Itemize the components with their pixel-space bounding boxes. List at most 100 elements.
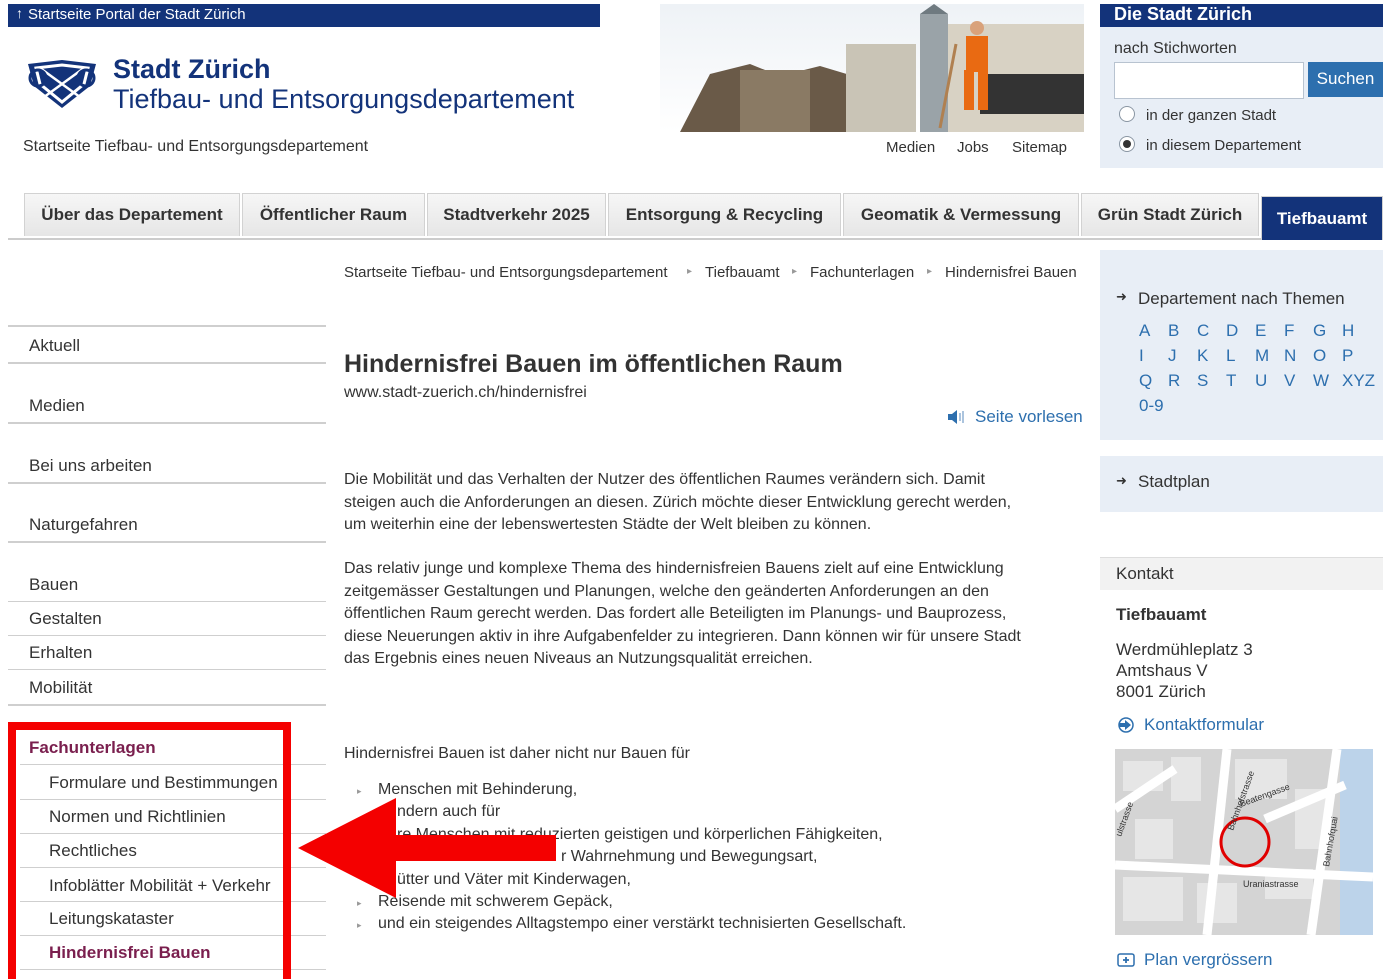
nav-item-bei-uns-arbeiten[interactable]: Bei uns arbeiten [29,456,152,476]
alpha-link[interactable]: C [1197,321,1209,341]
search-panel-title: Die Stadt Zürich [1100,4,1383,27]
read-aloud-link[interactable]: Seite vorlesen [975,407,1083,427]
map-label: Uraniastrasse [1243,879,1299,889]
page-url: www.stadt-zuerich.ch/hindernisfrei [344,384,587,401]
radio-whole-city[interactable] [1119,106,1135,122]
nav-item-bauen[interactable]: Bauen [29,575,78,595]
portal-home-link[interactable]: Startseite Portal der Stadt Zürich [28,6,246,23]
breadcrumb-separator-icon: ▸ [792,266,798,277]
department-home-link[interactable]: Startseite Tiefbau- und Entsorgungsdepar… [23,138,368,156]
contact-heading: Kontakt [1116,564,1174,583]
breadcrumb-item[interactable]: Fachunterlagen [810,264,914,281]
nav-item-aktuell[interactable]: Aktuell [29,336,80,356]
alpha-link[interactable]: E [1255,321,1266,341]
arrow-up-icon: ↑ [16,5,23,21]
alpha-link[interactable]: 0-9 [1139,396,1164,416]
breadcrumb-current: Hindernisfrei Bauen [945,264,1077,281]
breadcrumb-item[interactable]: Startseite Tiefbau- und Entsorgungsdepar… [344,264,668,281]
alpha-link[interactable]: M [1255,346,1269,366]
breadcrumb-separator-icon: ▸ [927,266,933,277]
department-name: Tiefbau- und Entsorgungsdepartement [113,84,575,114]
nav-divider [8,541,326,543]
highlight-box [8,722,291,979]
alpha-link[interactable]: XYZ [1342,371,1375,391]
tab-gruen-stadt-zuerich[interactable]: Grün Stadt Zürich [1081,193,1259,236]
nav-divider [8,362,326,364]
arrow-right-icon: ➜ [1116,289,1127,304]
nav-divider [8,482,326,484]
alpha-link[interactable]: N [1284,346,1296,366]
alphabet-index: A B C D E F G H I J K L M N O P Q R S T … [1139,321,1379,421]
alpha-link[interactable]: H [1342,321,1354,341]
nav-item-naturgefahren[interactable]: Naturgefahren [29,515,138,535]
paragraph-intro: Die Mobilität und das Verhalten der Nutz… [344,471,1012,533]
form-arrow-icon [1118,717,1134,733]
header-link-sitemap[interactable]: Sitemap [1012,139,1067,156]
tab-stadtverkehr-2025[interactable]: Stadtverkehr 2025 [427,193,606,236]
tab-tiefbauamt[interactable]: Tiefbauamt [1261,196,1383,240]
city-logo[interactable] [24,56,100,112]
arrow-right-icon: ➜ [1116,473,1127,488]
alpha-link[interactable]: I [1139,346,1144,366]
alpha-link[interactable]: S [1197,371,1208,391]
alpha-link[interactable]: L [1226,346,1235,366]
nav-item-mobilitaet[interactable]: Mobilität [29,678,92,698]
alpha-link[interactable]: W [1313,371,1329,391]
tab-oeffentlicher-raum[interactable]: Öffentlicher Raum [242,193,425,236]
breadcrumb-separator-icon: ▸ [687,266,693,277]
alpha-link[interactable]: D [1226,321,1238,341]
search-button[interactable]: Suchen [1308,62,1383,97]
brand-name: Stadt Zürich [113,54,271,84]
tab-geomatik-vermessung[interactable]: Geomatik & Vermessung [843,193,1079,236]
list-item: r Wahrnehmung und Bewegungsart, [561,848,818,865]
radio-this-department-label: in diesem Departement [1146,137,1302,154]
paragraph-detail: Das relativ junge und komplexe Thema des… [344,560,1021,667]
alpha-link[interactable]: A [1139,321,1150,341]
list-intro: Hindernisfrei Bauen ist daher nicht nur … [344,745,690,762]
nav-divider [8,704,326,706]
bullet-icon: ▸ [357,898,362,908]
search-label: nach Stichworten [1114,40,1237,57]
list-item: Menschen mit Behinderung, [378,781,578,798]
alpha-link[interactable]: Q [1139,371,1152,391]
alpha-link[interactable]: F [1284,321,1294,341]
nav-item-medien[interactable]: Medien [29,396,85,416]
speaker-icon[interactable] [946,409,966,425]
alpha-link[interactable]: P [1342,346,1353,366]
breadcrumb-item[interactable]: Tiefbauamt [705,264,779,281]
header-photo [600,4,1084,132]
contact-form-link[interactable]: Kontaktformular [1144,715,1264,735]
nav-divider [8,601,326,602]
nav-divider [8,325,326,327]
radio-whole-city-label: in der ganzen Stadt [1146,107,1277,124]
search-input[interactable] [1114,62,1304,99]
header-link-jobs[interactable]: Jobs [957,139,989,156]
alpha-link[interactable]: J [1168,346,1177,366]
tab-ueber-das-departement[interactable]: Über das Departement [24,193,240,236]
alpha-link[interactable]: G [1313,321,1326,341]
enlarge-map-link[interactable]: Plan vergrössern [1144,950,1273,970]
nav-divider [8,669,326,670]
alpha-link[interactable]: T [1226,371,1236,391]
stadtplan-link[interactable]: Stadtplan [1138,472,1210,492]
alpha-link[interactable]: V [1284,371,1295,391]
contact-address-line: 8001 Zürich [1116,682,1206,701]
header-link-medien[interactable]: Medien [886,139,935,156]
bullet-icon: ▸ [357,920,362,930]
main-navigation: Über das Departement Öffentlicher Raum S… [8,190,1383,240]
tab-entsorgung-recycling[interactable]: Entsorgung & Recycling [608,193,841,236]
alpha-link[interactable]: O [1313,346,1326,366]
nav-item-gestalten[interactable]: Gestalten [29,609,102,629]
alpha-link[interactable]: R [1168,371,1180,391]
themes-link[interactable]: Departement nach Themen [1138,289,1345,309]
zoom-plus-icon [1117,953,1135,967]
radio-this-department[interactable] [1119,136,1135,152]
location-map[interactable]: Bahnhofstrasse Beatengasse Bahnhofquai U… [1115,749,1373,935]
contact-address-line: Werdmühleplatz 3 [1116,640,1253,659]
contact-address-line: Amtshaus V [1116,661,1208,680]
bullet-icon: ▸ [357,786,362,796]
nav-item-erhalten[interactable]: Erhalten [29,643,92,663]
alpha-link[interactable]: K [1197,346,1208,366]
alpha-link[interactable]: B [1168,321,1179,341]
alpha-link[interactable]: U [1255,371,1267,391]
